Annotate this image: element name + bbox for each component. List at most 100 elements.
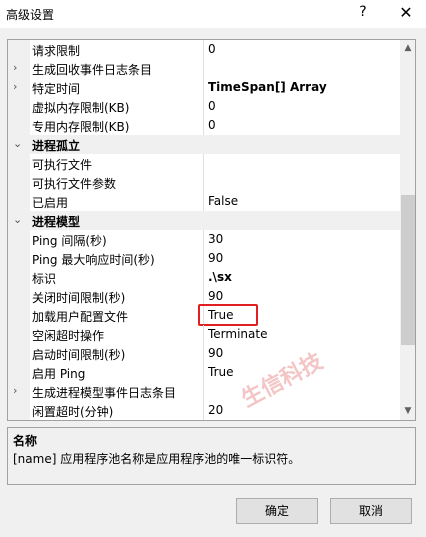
property-row-identity[interactable]: 标识 .\sx: [8, 268, 400, 287]
collapse-chevron-icon[interactable]: ⌄: [13, 213, 22, 226]
property-row-startup-time-limit[interactable]: 启动时间限制(秒) 90: [8, 344, 400, 363]
property-value[interactable]: TimeSpan[] Array: [208, 80, 327, 94]
row-margin: [8, 344, 30, 363]
column-divider: [203, 192, 204, 211]
property-grid: 请求限制 0 › 生成回收事件日志条目 › 特定时间 TimeSpan[] Ar…: [7, 39, 416, 421]
window-title: 高级设置: [6, 8, 55, 22]
category-process-model[interactable]: ⌄ 进程模型: [8, 211, 400, 230]
column-divider: [203, 325, 204, 344]
column-divider: [203, 230, 204, 249]
property-name: 关闭时间限制(秒): [32, 291, 126, 305]
property-row-executable-params[interactable]: 可执行文件参数: [8, 173, 400, 192]
property-row-idle-timeout[interactable]: 闲置超时(分钟) 20: [8, 401, 400, 420]
row-margin: [8, 154, 30, 173]
property-row-load-user-profile[interactable]: 加载用户配置文件 True: [8, 304, 400, 326]
ok-button[interactable]: 确定: [236, 498, 318, 524]
property-row-ping-max-response[interactable]: Ping 最大响应时间(秒) 90: [8, 249, 400, 268]
property-value[interactable]: 90: [208, 289, 223, 303]
title-bar: 高级设置 ? ✕: [0, 0, 426, 28]
column-divider: [203, 363, 204, 382]
property-value[interactable]: Terminate: [208, 327, 267, 341]
collapse-chevron-icon[interactable]: ⌄: [13, 137, 22, 150]
row-margin: [8, 401, 30, 420]
property-value[interactable]: 20: [208, 403, 223, 417]
scroll-up-icon[interactable]: ▲: [400, 40, 415, 57]
property-name: 启用 Ping: [32, 367, 86, 381]
property-value[interactable]: .\sx: [208, 270, 232, 284]
property-name: Ping 间隔(秒): [32, 234, 107, 248]
category-name: 进程孤立: [32, 139, 81, 153]
property-row-enabled[interactable]: 已启用 False: [8, 192, 400, 211]
property-value[interactable]: 0: [208, 42, 216, 56]
row-margin: [8, 287, 30, 306]
column-divider: [203, 268, 204, 287]
expand-chevron-icon[interactable]: ›: [13, 384, 17, 397]
property-row-executable[interactable]: 可执行文件: [8, 154, 400, 173]
column-divider: [203, 249, 204, 268]
property-value[interactable]: 30: [208, 232, 223, 246]
column-divider: [203, 173, 204, 192]
property-name: 空闲超时操作: [32, 329, 105, 343]
row-margin: [8, 116, 30, 135]
property-row-private-memory-limit[interactable]: 专用内存限制(KB) 0: [8, 116, 400, 135]
expand-chevron-icon[interactable]: ›: [13, 80, 17, 93]
column-divider: [203, 78, 204, 97]
description-panel: 名称 [name] 应用程序池名称是应用程序池的唯一标识符。: [7, 427, 416, 485]
red-highlight-box: [198, 304, 258, 326]
row-margin: [8, 230, 30, 249]
scrollbar-thumb[interactable]: [401, 195, 415, 345]
property-row-ping-interval[interactable]: Ping 间隔(秒) 30: [8, 230, 400, 249]
property-value[interactable]: 90: [208, 251, 223, 265]
column-divider: [203, 154, 204, 173]
property-name: 启动时间限制(秒): [32, 348, 126, 362]
column-divider: [203, 116, 204, 135]
property-value[interactable]: 90: [208, 346, 223, 360]
column-divider: [203, 40, 204, 59]
property-name: 专用内存限制(KB): [32, 120, 130, 134]
column-divider: [203, 344, 204, 363]
close-button[interactable]: ✕: [394, 1, 418, 25]
row-margin: [8, 78, 30, 97]
property-row-recycle-event-log[interactable]: › 生成回收事件日志条目: [8, 59, 400, 78]
category-process-orphaning[interactable]: ⌄ 进程孤立: [8, 135, 400, 154]
column-divider: [203, 382, 204, 401]
row-margin: [8, 192, 30, 211]
property-name: 闲置超时(分钟): [32, 405, 114, 419]
description-title: 名称: [13, 434, 38, 448]
row-margin: [8, 363, 30, 382]
property-name: 请求限制: [32, 44, 81, 58]
property-row-virtual-memory-limit[interactable]: 虚拟内存限制(KB) 0: [8, 97, 400, 116]
property-value[interactable]: False: [208, 194, 238, 208]
property-row-process-model-event-log[interactable]: › 生成进程模型事件日志条目: [8, 382, 400, 401]
description-text: [name] 应用程序池名称是应用程序池的唯一标识符。: [13, 452, 301, 466]
property-row-ping-enabled[interactable]: 启用 Ping True: [8, 363, 400, 382]
row-margin: [8, 382, 30, 401]
row-margin: [8, 249, 30, 268]
scroll-down-icon[interactable]: ▼: [400, 403, 415, 420]
property-name: 可执行文件: [32, 158, 93, 172]
property-row-idle-timeout-action[interactable]: 空闲超时操作 Terminate: [8, 325, 400, 344]
property-value[interactable]: True: [208, 365, 234, 379]
row-margin: [8, 268, 30, 287]
row-margin: [8, 306, 30, 325]
category-name: 进程模型: [32, 215, 81, 229]
property-row-request-limit[interactable]: 请求限制 0: [8, 40, 400, 59]
cancel-button[interactable]: 取消: [330, 498, 412, 524]
row-margin: [8, 97, 30, 116]
row-margin: [8, 325, 30, 344]
vertical-scrollbar[interactable]: ▲ ▼: [400, 40, 415, 420]
property-name: 可执行文件参数: [32, 177, 117, 191]
property-name: 生成回收事件日志条目: [32, 63, 153, 77]
property-row-specific-times[interactable]: › 特定时间 TimeSpan[] Array: [8, 78, 400, 97]
property-name: 生成进程模型事件日志条目: [32, 386, 177, 400]
property-value[interactable]: 0: [208, 118, 216, 132]
property-name: 已启用: [32, 196, 69, 210]
property-name: 标识: [32, 272, 57, 286]
column-divider: [203, 97, 204, 116]
property-name: 加载用户配置文件: [32, 310, 129, 324]
expand-chevron-icon[interactable]: ›: [13, 61, 17, 74]
property-value[interactable]: 0: [208, 99, 216, 113]
help-button[interactable]: ?: [355, 4, 371, 22]
property-name: Ping 最大响应时间(秒): [32, 253, 155, 267]
property-name: 特定时间: [32, 82, 81, 96]
